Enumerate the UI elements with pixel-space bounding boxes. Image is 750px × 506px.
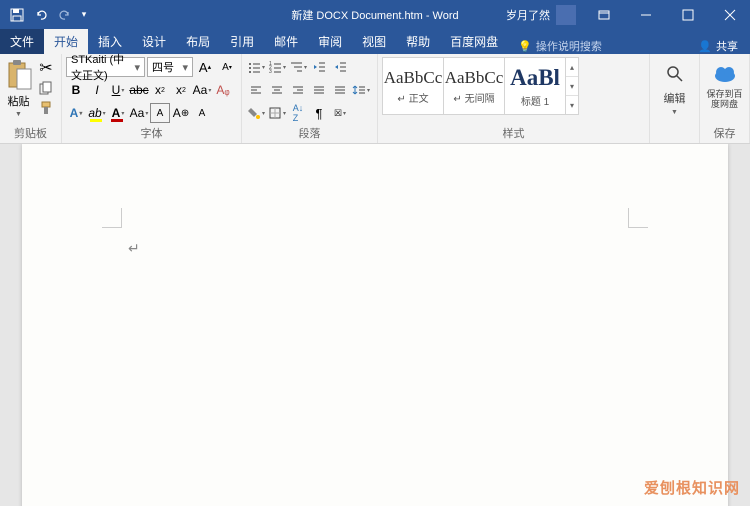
superscript-button[interactable]: x2	[171, 80, 191, 100]
qat-customize-icon[interactable]: ▾	[78, 4, 90, 26]
clear-formatting-icon[interactable]: Aᵩ	[213, 80, 233, 100]
search-icon	[662, 61, 688, 87]
minimize-icon[interactable]	[626, 0, 666, 29]
watermark: 爱刨根知识网	[644, 477, 740, 498]
tab-file[interactable]: 文件	[0, 29, 44, 54]
sort-icon[interactable]: A↓Z	[288, 103, 308, 123]
borders-button[interactable]: ▾	[267, 103, 287, 123]
tab-design[interactable]: 设计	[132, 29, 176, 54]
font-size-combo[interactable]: 四号▾	[147, 57, 193, 77]
format-painter-icon[interactable]	[37, 99, 55, 117]
highlight-button[interactable]: ab▾	[87, 103, 107, 123]
tab-mailings[interactable]: 邮件	[264, 29, 308, 54]
group-clipboard: 粘贴 ▼ ✂ 剪贴板	[0, 54, 62, 143]
user-name: 岁月了然	[506, 7, 550, 23]
group-editing: 编辑 ▼	[650, 54, 700, 143]
font-name-combo[interactable]: STKaiti (中文正文)▾	[66, 57, 145, 77]
maximize-icon[interactable]	[668, 0, 708, 29]
strikethrough-button[interactable]: abc	[129, 80, 149, 100]
character-shading-icon[interactable]: A	[192, 103, 212, 123]
baidu-cloud-icon	[712, 61, 738, 87]
shading-button[interactable]: ▾	[246, 103, 266, 123]
style-heading1[interactable]: AaBl 标题 1	[504, 57, 566, 115]
lightbulb-icon: 💡	[518, 40, 532, 53]
undo-icon[interactable]	[30, 4, 52, 26]
group-label: 样式	[382, 123, 645, 143]
italic-button[interactable]: I	[87, 80, 107, 100]
phonetic-guide-button[interactable]: Aa▾	[129, 103, 149, 123]
tab-references[interactable]: 引用	[220, 29, 264, 54]
numbering-button[interactable]: 123▾	[267, 57, 287, 77]
decrease-indent-icon[interactable]	[309, 57, 329, 77]
avatar	[556, 5, 576, 25]
paste-button[interactable]: 粘贴 ▼	[4, 57, 33, 118]
group-label: 段落	[246, 123, 373, 143]
tab-baidu[interactable]: 百度网盘	[440, 29, 508, 54]
shrink-font-icon[interactable]: A▾	[217, 57, 237, 77]
ribbon-display-icon[interactable]	[584, 0, 624, 29]
quick-access-toolbar: ▾	[0, 4, 90, 26]
change-case-button[interactable]: Aa▾	[192, 80, 212, 100]
asian-layout-button[interactable]: ☒▾	[330, 103, 350, 123]
multilevel-list-button[interactable]: ▾	[288, 57, 308, 77]
group-label: 剪贴板	[4, 123, 57, 143]
styles-gallery-more[interactable]: ▴▾▾	[565, 57, 579, 115]
tab-review[interactable]: 审阅	[308, 29, 352, 54]
grow-font-icon[interactable]: A▴	[195, 57, 215, 77]
font-color-button[interactable]: A▾	[108, 103, 128, 123]
character-border-icon[interactable]: A	[150, 103, 170, 123]
increase-indent-icon[interactable]	[330, 57, 350, 77]
enclose-characters-button[interactable]: A⊕	[171, 103, 191, 123]
cut-icon[interactable]: ✂	[37, 59, 55, 77]
save-icon[interactable]	[6, 4, 28, 26]
bold-button[interactable]: B	[66, 80, 86, 100]
show-marks-icon[interactable]: ¶	[309, 103, 329, 123]
page[interactable]: ↵	[22, 144, 728, 506]
align-right-icon[interactable]	[288, 80, 308, 100]
align-left-icon[interactable]	[246, 80, 266, 100]
align-center-icon[interactable]	[267, 80, 287, 100]
paste-icon	[5, 59, 33, 91]
user-account[interactable]: 岁月了然	[506, 5, 582, 25]
subscript-button[interactable]: x2	[150, 80, 170, 100]
copy-icon[interactable]	[37, 79, 55, 97]
tab-view[interactable]: 视图	[352, 29, 396, 54]
paragraph-mark-icon: ↵	[128, 240, 140, 257]
redo-icon[interactable]	[54, 4, 76, 26]
tab-help[interactable]: 帮助	[396, 29, 440, 54]
justify-icon[interactable]	[309, 80, 329, 100]
titlebar: ▾ 新建 DOCX Document.htm - Word 岁月了然	[0, 0, 750, 29]
style-normal[interactable]: AaBbCc ↵ 正文	[382, 57, 444, 115]
line-spacing-button[interactable]: ▾	[351, 80, 371, 100]
svg-text:3: 3	[269, 69, 272, 74]
margin-marker-icon	[628, 208, 648, 228]
style-no-spacing[interactable]: AaBbCc ↵ 无间隔	[443, 57, 505, 115]
save-baidu-button[interactable]: 保存到百度网盘	[704, 57, 745, 110]
window-title: 新建 DOCX Document.htm - Word	[291, 7, 458, 23]
group-label	[654, 127, 695, 143]
group-label: 保存	[704, 123, 745, 143]
tellme-search[interactable]: 💡 操作说明搜索	[508, 38, 612, 54]
group-styles: AaBbCc ↵ 正文 AaBbCc ↵ 无间隔 AaBl 标题 1 ▴▾▾ 样…	[378, 54, 650, 143]
close-icon[interactable]	[710, 0, 750, 29]
share-icon: 👤	[698, 40, 712, 53]
distributed-icon[interactable]	[330, 80, 350, 100]
document-area[interactable]: ↵	[0, 144, 750, 506]
group-label: 字体	[66, 123, 237, 143]
bullets-button[interactable]: ▾	[246, 57, 266, 77]
tab-layout[interactable]: 布局	[176, 29, 220, 54]
find-button[interactable]: 编辑 ▼	[662, 57, 688, 116]
share-button[interactable]: 👤 共享	[686, 38, 750, 54]
group-save: 保存到百度网盘 保存	[700, 54, 750, 143]
group-paragraph: ▾ 123▾ ▾ ▾ ▾ ▾ A↓Z ¶ ☒▾ 段落	[242, 54, 378, 143]
margin-marker-icon	[102, 208, 122, 228]
text-effects-button[interactable]: A▾	[66, 103, 86, 123]
underline-button[interactable]: U▾	[108, 80, 128, 100]
ribbon: 粘贴 ▼ ✂ 剪贴板 STKaiti (中文正文)▾ 四号▾ A▴ A▾ B I…	[0, 54, 750, 144]
group-font: STKaiti (中文正文)▾ 四号▾ A▴ A▾ B I U▾ abc x2 …	[62, 54, 242, 143]
